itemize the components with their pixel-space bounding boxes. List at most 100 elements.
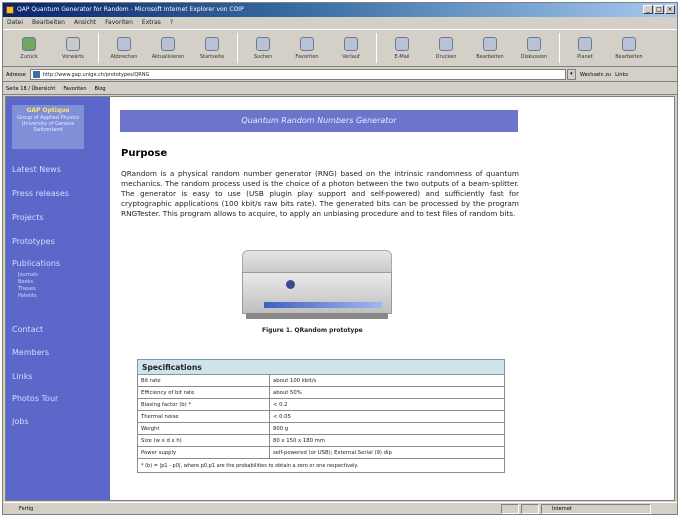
print-button[interactable]: Drucken bbox=[424, 30, 468, 66]
address-label: Adresse bbox=[6, 71, 26, 78]
nav-subitem-books[interactable]: Books bbox=[18, 279, 33, 285]
edit-button[interactable]: Bearbeiten bbox=[468, 30, 512, 66]
browser-window: QAP Quantum Generator for Random - Micro… bbox=[2, 2, 678, 515]
links-label[interactable]: Links bbox=[615, 72, 628, 78]
purpose-paragraph: QRandom is a physical random number gene… bbox=[121, 169, 519, 218]
history-button[interactable]: Verlauf bbox=[329, 30, 373, 66]
search-button[interactable]: Suchen bbox=[241, 30, 285, 66]
nav-subitem-theses[interactable]: Theses bbox=[18, 286, 36, 292]
menu-edit[interactable]: Bearbeiten bbox=[32, 17, 65, 29]
toolbar-separator bbox=[376, 33, 377, 63]
nav-item-latest-news[interactable]: Latest News bbox=[12, 165, 61, 174]
nav-item-photos-tour[interactable]: Photos Tour bbox=[12, 394, 58, 403]
page-banner: Quantum Random Numbers Generator bbox=[120, 110, 518, 132]
qrandom-device-image bbox=[242, 250, 392, 322]
spec-key: Power supply bbox=[137, 446, 270, 459]
nav-item-jobs[interactable]: Jobs bbox=[12, 417, 29, 426]
toolbar-separator bbox=[237, 33, 238, 63]
nav-item-press-releases[interactable]: Press releases bbox=[12, 189, 69, 198]
address-bar: Adresse http://www.gap.unige.ch/prototyp… bbox=[3, 68, 677, 82]
address-input[interactable]: http://www.gap.unige.ch/prototypes/QRNG bbox=[29, 69, 566, 80]
stop-button[interactable]: Abbrechen bbox=[102, 30, 146, 66]
nav-subitem-patents[interactable]: Patents bbox=[18, 293, 37, 299]
table-row: * (b) = |p1 - p0|, where p0,p1 are the p… bbox=[137, 458, 505, 473]
spec-footnote: * (b) = |p1 - p0|, where p0,p1 are the p… bbox=[137, 458, 505, 473]
device-top bbox=[242, 250, 392, 274]
links-item[interactable]: Favoriten bbox=[63, 86, 86, 92]
home-button[interactable]: Startseite bbox=[190, 30, 234, 66]
refresh-icon bbox=[161, 36, 175, 51]
table-row: Efficiency of bit rate about 50% bbox=[137, 386, 505, 399]
nav-header[interactable]: GAP Optique Group of Applied Physics Uni… bbox=[12, 105, 84, 149]
nav-item-members[interactable]: Members bbox=[12, 348, 49, 357]
page-icon bbox=[32, 71, 40, 78]
back-button[interactable]: Zurück bbox=[7, 30, 51, 66]
dropdown-arrow-icon[interactable]: ▾ bbox=[566, 69, 576, 80]
spec-value: < 0.05 bbox=[269, 410, 505, 423]
device-knob bbox=[286, 280, 295, 289]
nav-item-links[interactable]: Links bbox=[12, 372, 33, 381]
table-row: Bit rate about 100 kbit/s bbox=[137, 374, 505, 387]
edit-icon bbox=[622, 36, 636, 51]
table-row: Power supply self-powered (or USB); Exter… bbox=[137, 446, 505, 459]
device-base bbox=[246, 313, 388, 319]
links-item[interactable]: Seite 18 / Übersicht bbox=[6, 86, 55, 92]
back-arrow-icon bbox=[22, 36, 36, 51]
nav-item-contact[interactable]: Contact bbox=[12, 325, 43, 334]
close-button[interactable]: × bbox=[665, 5, 675, 14]
figure-caption: Figure 1. QRandom prototype bbox=[262, 327, 363, 334]
menu-view[interactable]: Ansicht bbox=[74, 17, 96, 29]
maximize-button[interactable]: □ bbox=[654, 5, 664, 14]
go-button[interactable]: Wechseln zu bbox=[580, 72, 611, 78]
discuss-icon bbox=[527, 36, 541, 51]
spec-key: Bit rate bbox=[137, 374, 270, 387]
section-heading: Purpose bbox=[121, 148, 168, 159]
favorites-icon bbox=[300, 36, 314, 51]
table-row: Thermal noise < 0.05 bbox=[137, 410, 505, 423]
specifications-table: Specifications Bit rate about 100 kbit/s … bbox=[137, 359, 505, 473]
links-item[interactable]: Blog bbox=[95, 86, 106, 92]
table-row: Size (w x d x h) 80 x 150 x 180 mm bbox=[137, 434, 505, 447]
status-text: Fertig bbox=[19, 506, 34, 512]
toolbar-separator bbox=[98, 33, 99, 63]
spec-value: about 100 kbit/s bbox=[269, 374, 505, 387]
ie-app-icon bbox=[6, 6, 14, 14]
planet-icon bbox=[578, 36, 592, 51]
menu-bar: Datei Bearbeiten Ansicht Favoriten Extra… bbox=[3, 17, 677, 29]
left-navigation: GAP Optique Group of Applied Physics Uni… bbox=[6, 97, 110, 500]
home-icon bbox=[205, 36, 219, 51]
planet-button[interactable]: Planet bbox=[563, 30, 607, 66]
toolbar-separator bbox=[559, 33, 560, 63]
nav-item-prototypes[interactable]: Prototypes bbox=[12, 237, 55, 246]
minimize-button[interactable]: _ bbox=[643, 5, 653, 14]
spec-key: Efficiency of bit rate bbox=[137, 386, 270, 399]
window-title: QAP Quantum Generator for Random - Micro… bbox=[17, 6, 244, 13]
discuss-button[interactable]: Diskussion bbox=[512, 30, 556, 66]
nav-header-title: GAP Optique bbox=[26, 107, 70, 114]
window-controls: _ □ × bbox=[643, 5, 675, 14]
spec-key: Thermal noise bbox=[137, 410, 270, 423]
security-zone: Internet bbox=[541, 504, 651, 514]
spec-value: self-powered (or USB); External Serial (… bbox=[269, 446, 505, 459]
table-row: Weight 800 g bbox=[137, 422, 505, 435]
device-label-stripe bbox=[264, 302, 382, 308]
spec-key: Weight bbox=[137, 422, 270, 435]
spec-title: Specifications bbox=[137, 359, 505, 375]
menu-file[interactable]: Datei bbox=[7, 17, 23, 29]
menu-help[interactable]: ? bbox=[170, 17, 173, 29]
spec-key: Size (w x d x h) bbox=[137, 434, 270, 447]
refresh-button[interactable]: Aktualisieren bbox=[146, 30, 190, 66]
edit2-button[interactable]: Bearbeiten bbox=[607, 30, 651, 66]
spec-value: about 50% bbox=[269, 386, 505, 399]
menu-tools[interactable]: Extras bbox=[142, 17, 161, 29]
forward-button[interactable]: Vorwärts bbox=[51, 30, 95, 66]
nav-item-projects[interactable]: Projects bbox=[12, 213, 44, 222]
nav-item-publications[interactable]: Publications bbox=[12, 259, 60, 268]
status-pane bbox=[521, 504, 539, 514]
nav-subitem-journals[interactable]: Journals bbox=[18, 272, 38, 278]
spec-key: Biasing factor (b) * bbox=[137, 398, 270, 411]
menu-favorites[interactable]: Favoriten bbox=[105, 17, 133, 29]
favorites-button[interactable]: Favoriten bbox=[285, 30, 329, 66]
links-bar: Seite 18 / Übersicht Favoriten Blog bbox=[3, 83, 677, 95]
mail-button[interactable]: E-Mail bbox=[380, 30, 424, 66]
